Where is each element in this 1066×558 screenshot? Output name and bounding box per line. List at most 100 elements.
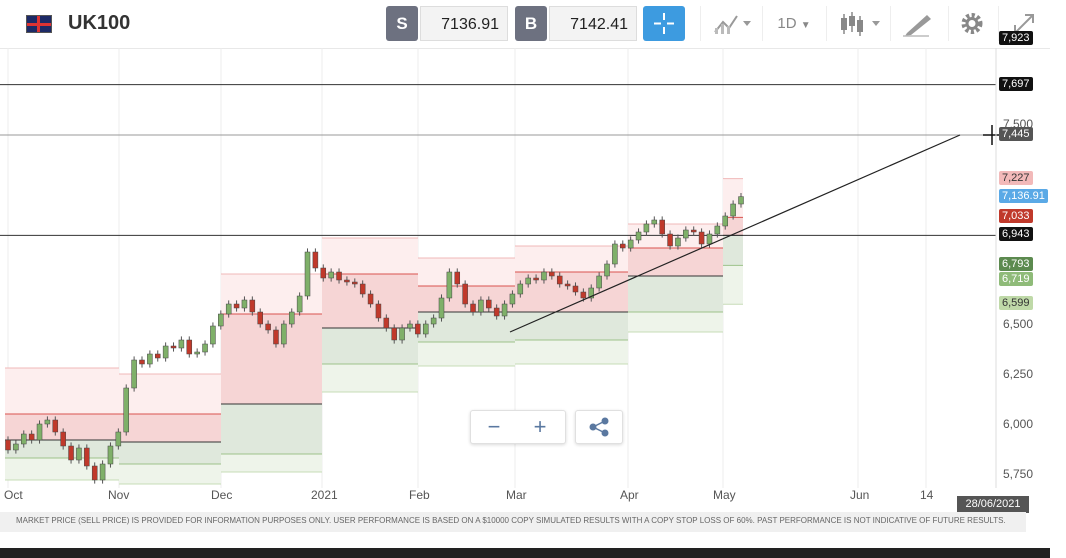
candle (399, 327, 405, 341)
buy-button[interactable]: B (515, 6, 547, 41)
candle (604, 263, 610, 277)
candle (257, 311, 263, 325)
sell-button[interactable]: S (386, 6, 418, 41)
bottom-bar (0, 548, 1050, 558)
sell-price: 7136.91 (420, 6, 508, 41)
candle (430, 317, 437, 325)
pivot-zone-s2 (322, 364, 418, 392)
candle (407, 323, 413, 329)
candle (328, 271, 334, 279)
toolbar: UK100 S 7136.91 B 7142.41 1D ▼ (0, 0, 1050, 49)
pivot-zone-r2 (322, 238, 418, 274)
pivot-zone-s2 (628, 312, 723, 332)
candle (352, 281, 358, 285)
pivot-zone-s2 (418, 342, 515, 366)
candle (675, 237, 681, 247)
candle (249, 299, 256, 313)
pivot-zone-s1 (119, 442, 221, 464)
candle (99, 463, 106, 481)
share-icon (589, 417, 609, 437)
candle (28, 433, 35, 441)
price-label: 7,923 (999, 31, 1033, 46)
candle (281, 323, 287, 345)
price-label: 6,719 (999, 272, 1033, 287)
x-tick-label: Nov (108, 488, 130, 502)
share-button[interactable] (575, 410, 623, 444)
candle (541, 271, 547, 281)
y-tick-label: 6,000 (1003, 417, 1034, 431)
candle (115, 431, 122, 447)
candle (68, 445, 74, 461)
candle (549, 271, 555, 277)
price-label: 7,136.91 (999, 188, 1048, 203)
chevron-down-icon: ▼ (800, 20, 811, 31)
x-tick-label: Feb (409, 488, 430, 502)
candle (422, 323, 429, 335)
candle (107, 445, 114, 465)
candle (517, 283, 524, 295)
candle (155, 353, 161, 359)
candle (690, 229, 697, 233)
candle (202, 343, 208, 353)
pivot-zone-r2 (5, 368, 119, 414)
settings-button[interactable] (948, 6, 995, 41)
price-label: 6,599 (999, 296, 1033, 311)
chart-type-icon (714, 15, 751, 34)
candle (336, 271, 342, 281)
timeframe-button[interactable]: 1D ▼ (762, 6, 825, 41)
candle (667, 233, 673, 247)
candle (304, 251, 311, 297)
chart-type-button[interactable] (700, 6, 759, 41)
candle (478, 299, 484, 313)
zoom-out-button[interactable]: − (471, 411, 517, 443)
pivot-zone-r1 (221, 314, 322, 404)
zoom-controls: − + (470, 410, 566, 444)
y-tick-label: 6,250 (1003, 367, 1034, 381)
candle-style-button[interactable] (826, 6, 889, 41)
candle (91, 465, 98, 481)
candle (415, 323, 421, 335)
x-tick-label: Dec (211, 488, 233, 502)
crosshair-button[interactable] (643, 6, 685, 41)
candle (698, 231, 705, 245)
candle (139, 359, 145, 365)
candle (178, 339, 185, 349)
candle (470, 303, 476, 313)
candle (296, 295, 303, 313)
candle (36, 423, 43, 441)
candle (627, 239, 634, 249)
candle (486, 299, 492, 309)
candle (659, 219, 665, 235)
pivot-zone-s2 (119, 464, 221, 484)
candle (438, 297, 445, 319)
candle (131, 359, 137, 389)
pivot-zone-s1 (221, 404, 322, 454)
candle (170, 345, 177, 349)
candle (730, 203, 736, 217)
candle (312, 251, 319, 269)
pivot-zone-s2 (723, 265, 743, 305)
pivot-zone-s2 (515, 340, 628, 364)
candle (375, 303, 382, 319)
pivot-zone-r1 (515, 272, 628, 312)
pivot-zone-s1 (418, 312, 515, 342)
candle (462, 283, 468, 305)
x-tick-label: Mar (506, 488, 527, 502)
candle (635, 231, 642, 241)
candle (651, 219, 658, 225)
candle (596, 275, 602, 289)
candle (446, 271, 453, 299)
candle (643, 223, 650, 233)
crosshair-icon (654, 13, 674, 34)
draw-tool-button[interactable] (890, 6, 947, 41)
candle (525, 277, 531, 285)
zoom-in-button[interactable]: + (517, 411, 563, 443)
candle (722, 215, 728, 227)
candle (60, 431, 66, 447)
disclaimer-text: MARKET PRICE (SELL PRICE) IS PROVIDED FO… (0, 512, 1026, 532)
pivot-zone-r2 (418, 258, 515, 286)
candle (320, 267, 327, 279)
pivot-zone-r1 (119, 414, 221, 442)
candlestick-icon (841, 12, 880, 36)
candle (383, 317, 390, 329)
